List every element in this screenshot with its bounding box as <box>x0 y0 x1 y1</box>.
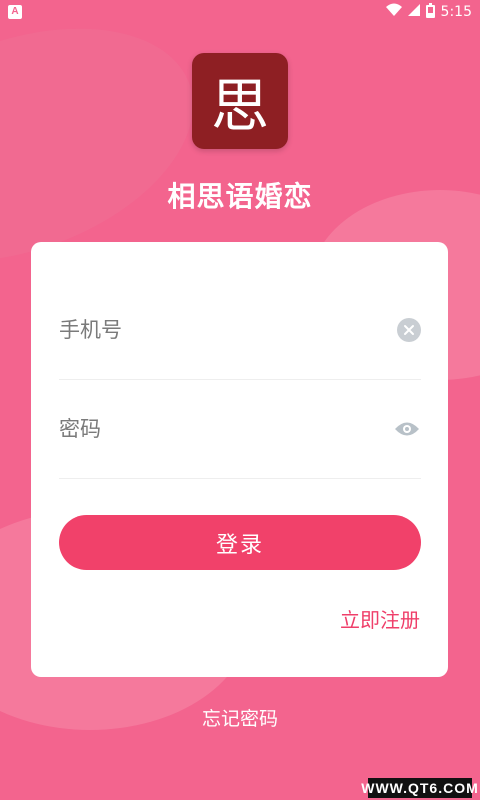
login-button[interactable]: 登录 <box>59 515 421 570</box>
notification-badge: A <box>8 5 22 19</box>
password-field-row <box>59 379 421 479</box>
status-bar-right: 5:15 <box>385 2 472 22</box>
status-bar: A 5:15 <box>0 0 480 24</box>
app-logo-char: 思 <box>210 72 269 140</box>
register-link[interactable]: 立即注册 <box>340 604 420 633</box>
status-time: 5:15 <box>440 4 472 20</box>
eye-icon[interactable] <box>393 419 421 439</box>
battery-icon <box>425 2 435 22</box>
watermark: WWW.QT6.COM <box>361 778 479 798</box>
forgot-password-link[interactable]: 忘记密码 <box>0 704 480 731</box>
phone-input[interactable] <box>59 317 359 342</box>
wifi-icon <box>385 3 402 21</box>
app-title: 相思语婚恋 <box>167 180 313 213</box>
status-bar-left: A <box>8 5 22 19</box>
signal-icon <box>407 3 420 21</box>
app-logo: 思 <box>192 53 288 149</box>
phone-field-row <box>59 280 421 380</box>
password-input[interactable] <box>59 416 359 441</box>
clear-icon[interactable] <box>397 317 421 342</box>
login-card: 登录 立即注册 <box>31 242 448 677</box>
